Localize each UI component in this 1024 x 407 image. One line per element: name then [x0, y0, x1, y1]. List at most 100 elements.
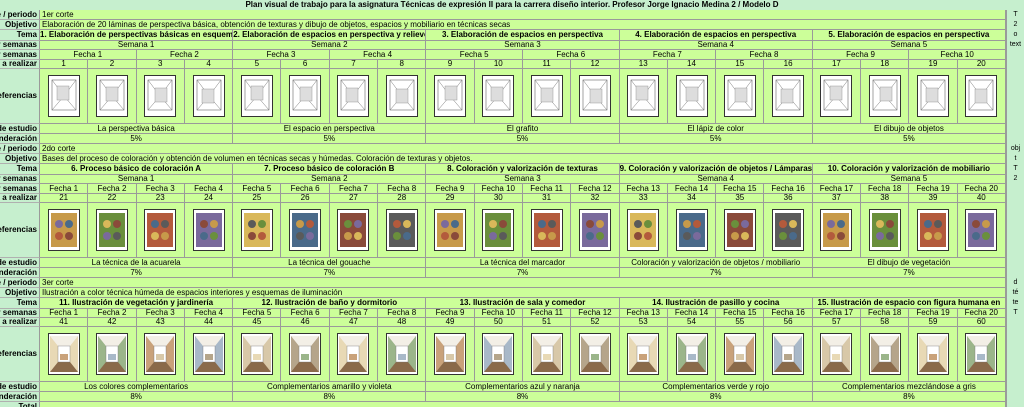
- reference-cell[interactable]: [861, 327, 910, 382]
- grid-cell[interactable]: Fecha 10: [474, 184, 523, 194]
- grid-cell[interactable]: Semana 5: [812, 175, 1007, 184]
- reference-thumbnail[interactable]: [675, 75, 708, 117]
- grid-cell[interactable]: 12: [571, 60, 620, 69]
- right-column-cell[interactable]: [1006, 124, 1024, 134]
- grid-cell[interactable]: 7%: [40, 268, 234, 278]
- reference-cell[interactable]: [716, 327, 765, 382]
- reference-thumbnail[interactable]: [95, 209, 128, 251]
- grid-cell[interactable]: Fecha 20: [957, 184, 1006, 194]
- grid-cell[interactable]: 5: [233, 60, 282, 69]
- grid-cell[interactable]: Fecha 6: [281, 309, 330, 318]
- reference-cell[interactable]: [40, 203, 89, 258]
- grid-cell[interactable]: Fecha 18: [861, 184, 910, 194]
- right-column-cell[interactable]: [1006, 69, 1024, 124]
- reference-thumbnail[interactable]: [47, 209, 80, 251]
- grid-cell[interactable]: 26: [281, 194, 330, 203]
- grid-cell[interactable]: 8%: [812, 392, 1007, 402]
- grid-cell[interactable]: 7%: [426, 268, 620, 278]
- grid-cell[interactable]: 5%: [619, 134, 813, 144]
- grid-cell[interactable]: 37: [812, 194, 862, 203]
- grid-cell[interactable]: 10: [474, 60, 523, 69]
- row-label[interactable]: or semanas: [0, 50, 40, 60]
- reference-cell[interactable]: [716, 203, 765, 258]
- grid-cell[interactable]: 9: [426, 60, 475, 69]
- grid-cell[interactable]: 6. Proceso básico de coloración A: [40, 164, 234, 175]
- reference-cell[interactable]: [571, 327, 620, 382]
- grid-cell[interactable]: El grafito: [426, 124, 620, 134]
- reference-thumbnail[interactable]: [144, 75, 177, 117]
- reference-cell[interactable]: [329, 203, 379, 258]
- grid-cell[interactable]: 1er corte: [40, 10, 1006, 20]
- grid-cell[interactable]: 8%: [426, 392, 620, 402]
- grid-cell[interactable]: Fecha 3: [233, 50, 330, 60]
- grid-cell[interactable]: 36: [764, 194, 813, 203]
- reference-cell[interactable]: [667, 327, 717, 382]
- grid-cell[interactable]: 14: [667, 60, 717, 69]
- right-column-cell[interactable]: [1006, 382, 1024, 392]
- grid-cell[interactable]: 50: [474, 318, 523, 327]
- reference-cell[interactable]: [909, 69, 958, 124]
- reference-thumbnail[interactable]: [820, 333, 853, 375]
- right-column-cell[interactable]: [1006, 318, 1024, 327]
- grid-cell[interactable]: 10. Coloración y valorización de mobilia…: [812, 164, 1007, 175]
- reference-cell[interactable]: [957, 69, 1006, 124]
- reference-cell[interactable]: [861, 69, 910, 124]
- grid-cell[interactable]: 3. Elaboración de espacios en perspectiv…: [426, 30, 620, 41]
- reference-cell[interactable]: [233, 203, 282, 258]
- row-label[interactable]: or semanas: [0, 41, 40, 50]
- reference-thumbnail[interactable]: [192, 75, 225, 117]
- reference-cell[interactable]: [522, 69, 572, 124]
- grid-cell[interactable]: 33: [619, 194, 668, 203]
- row-label[interactable]: o a realizar: [0, 194, 40, 203]
- grid-cell[interactable]: Fecha 9: [426, 184, 475, 194]
- reference-thumbnail[interactable]: [723, 209, 756, 251]
- grid-cell[interactable]: 4. Elaboración de espacios en perspectiv…: [619, 30, 813, 41]
- reference-thumbnail[interactable]: [434, 333, 467, 375]
- grid-cell[interactable]: 55: [716, 318, 765, 327]
- right-column-cell[interactable]: té: [1006, 288, 1024, 298]
- reference-thumbnail[interactable]: [627, 209, 660, 251]
- grid-cell[interactable]: 39: [909, 194, 958, 203]
- reference-thumbnail[interactable]: [144, 209, 177, 251]
- grid-cell[interactable]: 17: [812, 60, 862, 69]
- grid-cell[interactable]: Fecha 6: [522, 50, 620, 60]
- grid-cell[interactable]: Fecha 17: [812, 309, 862, 318]
- reference-cell[interactable]: [474, 203, 523, 258]
- reference-cell[interactable]: [281, 327, 330, 382]
- grid-cell[interactable]: 15. Ilustración de espacio con figura hu…: [812, 298, 1007, 309]
- grid-cell[interactable]: El dibujo de objetos: [812, 124, 1007, 134]
- right-column-cell[interactable]: 2: [1006, 20, 1024, 30]
- reference-cell[interactable]: [136, 69, 185, 124]
- grid-cell[interactable]: Semana 3: [426, 175, 620, 184]
- reference-cell[interactable]: [667, 203, 717, 258]
- reference-cell[interactable]: [184, 203, 234, 258]
- reference-thumbnail[interactable]: [289, 333, 322, 375]
- grid-cell[interactable]: 16: [764, 60, 813, 69]
- grid-cell[interactable]: El espacio en perspectiva: [233, 124, 427, 134]
- grid-cell[interactable]: La técnica del gouache: [233, 258, 427, 268]
- grid-cell[interactable]: 5%: [426, 134, 620, 144]
- grid-cell[interactable]: Fecha 1: [40, 184, 89, 194]
- reference-cell[interactable]: [522, 327, 572, 382]
- row-label[interactable]: Objetivo: [0, 154, 40, 164]
- grid-cell[interactable]: Fecha 8: [716, 50, 813, 60]
- reference-thumbnail[interactable]: [434, 209, 467, 251]
- reference-cell[interactable]: [571, 69, 620, 124]
- grid-cell[interactable]: Fecha 13: [619, 309, 668, 318]
- grid-cell[interactable]: 3: [136, 60, 185, 69]
- grid-cell[interactable]: 13. Ilustración de sala y comedor: [426, 298, 620, 309]
- grid-cell[interactable]: Fecha 1: [40, 309, 89, 318]
- grid-cell[interactable]: 1. Elaboración de perspectivas básicas e…: [40, 30, 234, 41]
- reference-thumbnail[interactable]: [916, 209, 949, 251]
- right-column-cell[interactable]: t: [1006, 154, 1024, 164]
- reference-cell[interactable]: [716, 69, 765, 124]
- grid-cell[interactable]: 59: [909, 318, 958, 327]
- reference-thumbnail[interactable]: [965, 75, 998, 117]
- reference-cell[interactable]: [764, 327, 813, 382]
- grid-cell[interactable]: 41: [40, 318, 89, 327]
- grid-cell[interactable]: 40: [957, 194, 1006, 203]
- grid-cell[interactable]: Semana 1: [40, 175, 234, 184]
- right-column-cell[interactable]: T: [1006, 164, 1024, 175]
- grid-cell[interactable]: Semana 2: [233, 175, 427, 184]
- grid-cell[interactable]: Fecha 7: [619, 50, 717, 60]
